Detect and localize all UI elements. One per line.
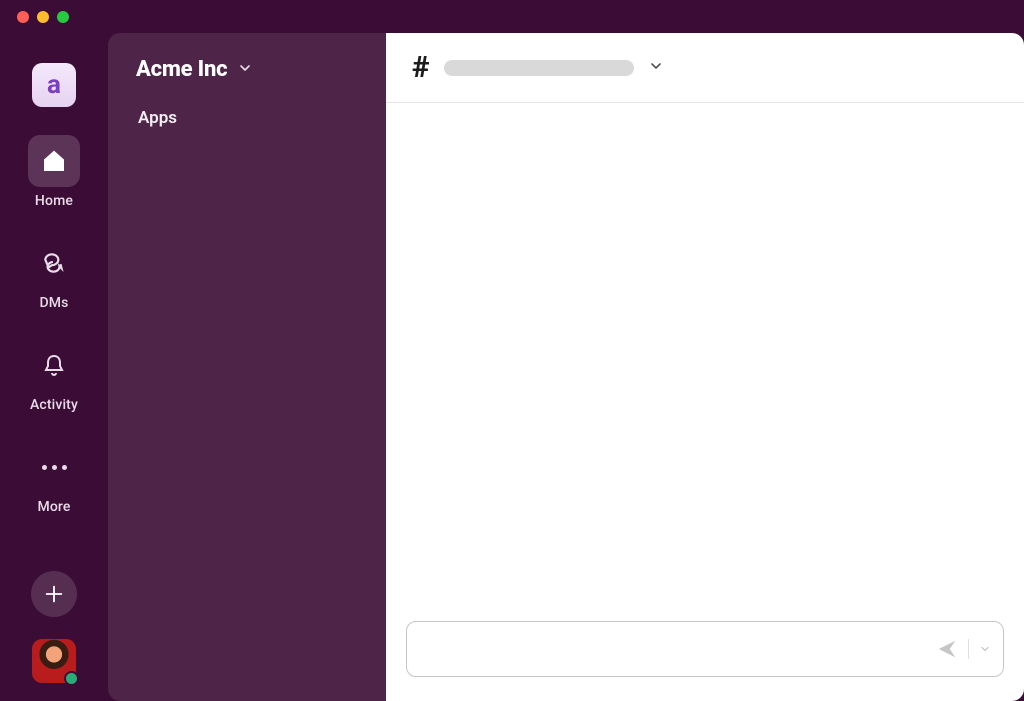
send-icon: [936, 638, 958, 660]
channel-sidebar: Acme Inc Apps: [108, 33, 386, 701]
message-input[interactable]: [419, 640, 926, 659]
rail-item-label: Activity: [30, 397, 78, 413]
message-composer[interactable]: [406, 621, 1004, 677]
dms-icon: [28, 237, 80, 289]
channel-name-placeholder: [444, 60, 634, 76]
sidebar-section-apps[interactable]: Apps: [108, 100, 386, 136]
window-minimize-button[interactable]: [37, 11, 49, 23]
activity-icon: [28, 339, 80, 391]
user-menu[interactable]: [32, 639, 76, 683]
window-close-button[interactable]: [17, 11, 29, 23]
workspace-switcher[interactable]: a: [32, 63, 76, 107]
presence-indicator-icon: [64, 671, 79, 686]
plus-icon: [43, 583, 65, 605]
rail-item-label: DMs: [39, 295, 68, 311]
create-new-button[interactable]: [31, 571, 77, 617]
chevron-down-icon[interactable]: [648, 58, 664, 78]
chevron-down-icon: [979, 643, 991, 655]
channel-header[interactable]: #: [386, 33, 1024, 103]
divider: [968, 639, 969, 659]
rail-item-activity[interactable]: Activity: [28, 339, 80, 413]
window-maximize-button[interactable]: [57, 11, 69, 23]
workspace-header[interactable]: Acme Inc: [108, 51, 386, 100]
rail-item-more[interactable]: More: [28, 441, 80, 515]
rail-item-label: Home: [35, 193, 73, 209]
workspace-name: Acme Inc: [136, 57, 227, 82]
channel-hash-icon: #: [412, 50, 430, 85]
app-body: a Home DMs: [0, 33, 1024, 701]
window-titlebar: [0, 0, 1024, 33]
rail-item-dms[interactable]: DMs: [28, 237, 80, 311]
workspace-initial: a: [47, 70, 61, 100]
rail-item-label: More: [37, 499, 70, 515]
rail-item-home[interactable]: Home: [28, 135, 80, 209]
main-pane: #: [386, 33, 1024, 701]
send-options-button[interactable]: [979, 640, 991, 659]
app-window: a Home DMs: [0, 0, 1024, 701]
composer-area: [386, 621, 1024, 701]
send-button[interactable]: [936, 638, 958, 660]
chevron-down-icon: [237, 60, 253, 80]
home-icon: [28, 135, 80, 187]
left-rail: a Home DMs: [0, 33, 108, 701]
more-icon: [28, 441, 80, 493]
message-list: [386, 103, 1024, 621]
